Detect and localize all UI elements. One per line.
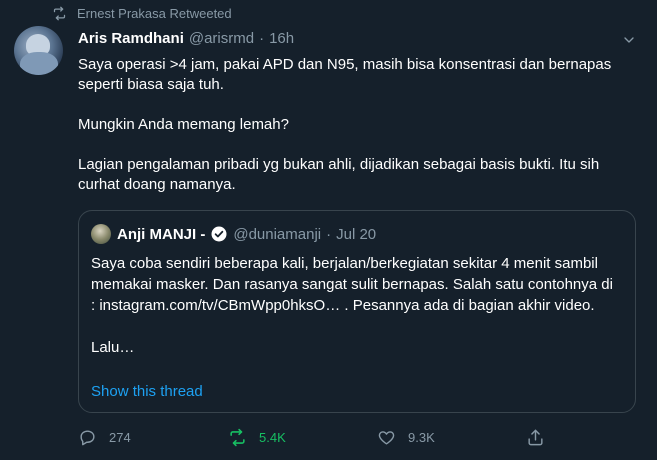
tweet-header: Aris Ramdhani @arisrmd · 16h [78,30,294,47]
author-avatar[interactable] [14,26,63,75]
retweet-count: 5.4K [259,429,286,445]
quoted-author-handle: @duniamanji [233,225,322,243]
retweet-context-label[interactable]: Ernest Prakasa Retweeted [77,6,232,21]
like-count: 9.3K [408,429,435,445]
quoted-tweet-header: Anji MANJI - @duniamanji · Jul 20 [117,225,376,243]
tweet-text: Saya operasi >4 jam, pakai APD dan N95, … [78,55,623,195]
author-name[interactable]: Aris Ramdhani [78,30,184,47]
chevron-down-icon [624,37,634,43]
tweet-paragraph: Saya operasi >4 jam, pakai APD dan N95, … [78,56,612,93]
retweet-context: Ernest Prakasa Retweeted [52,6,232,21]
retweet-icon [53,6,66,21]
retweet-icon [230,428,245,446]
show-thread-link[interactable]: Show this thread [91,383,203,400]
tweet-paragraph: Lagian pengalaman pribadi yg bukan ahli,… [78,156,600,193]
share-button[interactable] [526,428,545,447]
more-options-button[interactable] [619,30,639,50]
quoted-tweet[interactable]: Anji MANJI - @duniamanji · Jul 20 Saya c… [78,210,636,413]
heart-icon [378,430,395,445]
reply-count: 274 [109,429,131,445]
retweet-button[interactable]: 5.4K [228,428,286,447]
quoted-tweet-date: Jul 20 [336,225,377,243]
author-handle[interactable]: @arisrmd [189,30,254,47]
quoted-ellipsis-line: Lalu… [91,339,135,356]
separator-dot: · [326,225,332,243]
tweet-time[interactable]: 16h [269,30,294,47]
tweet-actions: 274 5.4K 9.3K [78,426,548,448]
tweet-paragraph: Mungkin Anda memang lemah? [78,116,289,133]
quoted-author-avatar [91,224,111,244]
separator-dot: · [259,30,265,47]
quoted-tweet-text: Saya coba sendiri beberapa kali, berjala… [91,253,621,358]
like-button[interactable]: 9.3K [377,428,435,447]
verified-badge-icon [211,226,227,242]
reply-button[interactable]: 274 [78,428,131,447]
share-icon [528,429,543,445]
reply-icon [80,429,95,445]
quoted-paragraph: Saya coba sendiri beberapa kali, berjala… [91,255,613,314]
quoted-author-name: Anji MANJI - [117,225,206,243]
